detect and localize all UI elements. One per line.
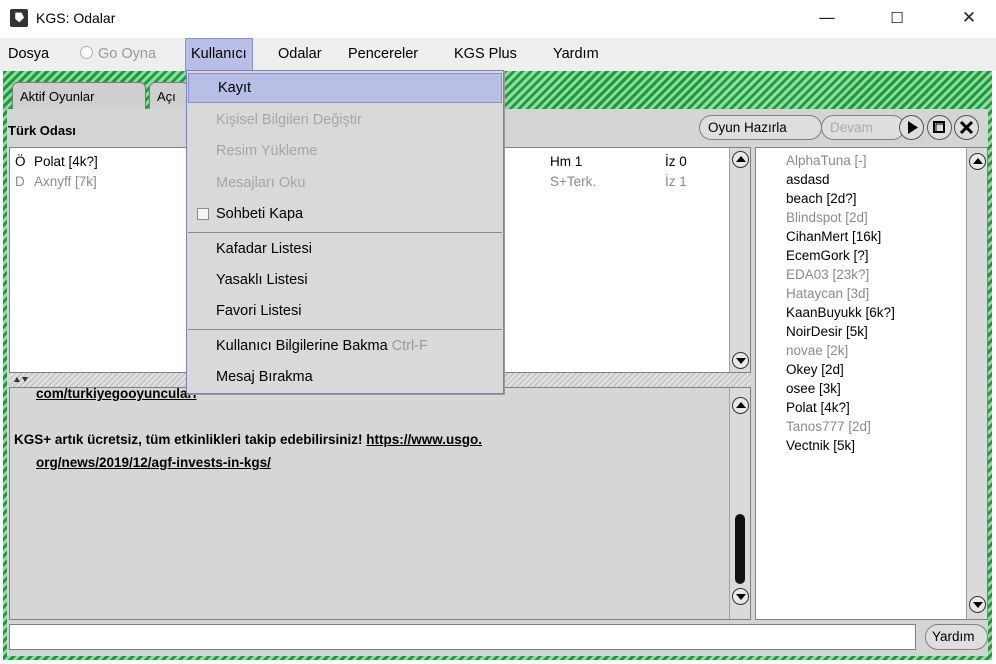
user-list-item[interactable]: Blindspot [2d] <box>786 210 868 225</box>
checkbox-icon <box>197 208 209 220</box>
scroll-up-icon[interactable] <box>732 397 749 414</box>
menu-dosya[interactable]: Dosya <box>3 38 54 71</box>
game-info: İz 1 <box>665 174 687 189</box>
user-list-item[interactable]: NoirDesir [5k] <box>786 324 868 339</box>
game-status: Hm 1 <box>550 154 583 169</box>
games-scrollbar[interactable] <box>729 148 750 372</box>
menu-yasakli-listesi[interactable]: Yasaklı Listesi <box>187 265 503 295</box>
user-list-item[interactable]: Tanos777 [2d] <box>786 419 871 434</box>
menu-separator <box>188 329 502 330</box>
user-list-item[interactable]: Polat [4k?] <box>786 400 850 415</box>
title-bar: KGS: Odalar — ☐ ✕ <box>0 0 996 38</box>
user-list-item[interactable]: Vectnik [5k] <box>786 438 855 453</box>
game-flag: Ö <box>15 154 26 169</box>
game-player[interactable]: Axnyff [7k] <box>34 174 97 189</box>
menu-favori-listesi[interactable]: Favori Listesi <box>187 296 503 326</box>
user-list-item[interactable]: Hataycan [3d] <box>786 286 869 301</box>
play-icon <box>908 121 918 134</box>
menu-kullanici-bilgilerine-bakma[interactable]: Kullanıcı Bilgilerine Bakma Ctrl-F <box>187 331 503 361</box>
chat-scroll-thumb[interactable] <box>735 514 745 584</box>
play-button[interactable] <box>899 115 924 140</box>
maximize-button[interactable]: ☐ <box>874 0 920 38</box>
devam-button[interactable]: Devam <box>821 115 905 140</box>
game-flag: D <box>15 174 25 189</box>
user-list-item[interactable]: AlphaTuna [-] <box>786 153 867 168</box>
splitter-arrows-icon <box>14 377 28 382</box>
menu-separator <box>188 232 502 233</box>
user-list-item[interactable]: EcemGork [?] <box>786 248 869 263</box>
menu-kisisel-bilgileri[interactable]: Kişisel Bilgileri Değiştir <box>187 105 503 135</box>
window-title: KGS: Odalar <box>36 10 116 26</box>
yardim-button[interactable]: Yardım <box>925 624 988 650</box>
user-list-item[interactable]: novae [2k] <box>786 343 848 358</box>
scroll-up-icon[interactable] <box>732 151 749 168</box>
room-title: Türk Odası <box>8 123 76 138</box>
menu-mesaj-birakma[interactable]: Mesaj Bırakma <box>187 362 503 392</box>
menu-kgs-plus[interactable]: KGS Plus <box>449 38 522 71</box>
kgs-app-icon <box>10 9 28 27</box>
chat-message: KGS+ artık ücretsiz, tüm etkinlikleri ta… <box>14 432 482 447</box>
user-list-item[interactable]: asdasd <box>786 172 830 187</box>
user-list-item[interactable]: osee [3k] <box>786 381 841 396</box>
menu-kullanici[interactable]: Kullanıcı <box>185 38 253 71</box>
close-button[interactable]: ✕ <box>946 0 992 38</box>
menu-go-oyna-label: Go Oyna <box>98 46 157 62</box>
menu-pencereler[interactable]: Pencereler <box>343 38 423 71</box>
menu-kayit[interactable]: Kayıt <box>188 73 502 103</box>
window-toggle-button[interactable] <box>927 115 952 140</box>
menu-sohbeti-kapa-label: Sohbeti Kapa <box>216 206 304 222</box>
chat-message-text: KGS+ artık ücretsiz, tüm etkinlikleri ta… <box>14 432 367 447</box>
chat-scrollbar[interactable] <box>729 388 750 619</box>
menu-kullanici-bilgilerine-bakma-label: Kullanıcı Bilgilerine Bakma <box>216 338 388 354</box>
menu-go-oyna[interactable]: Go Oyna <box>75 38 161 71</box>
user-list-item[interactable]: beach [2d?] <box>786 191 857 206</box>
menu-yardim[interactable]: Yardım <box>548 38 604 71</box>
menu-odalar[interactable]: Odalar <box>273 38 327 71</box>
menu-mesajlari-oku[interactable]: Mesajları Oku <box>187 168 503 198</box>
game-player[interactable]: Polat [4k?] <box>34 154 98 169</box>
chat-link[interactable]: com/turkiyegooyunculari <box>36 386 197 401</box>
user-list-item[interactable]: KaanBuyukk [6k?] <box>786 305 895 320</box>
menu-bar: Dosya Go Oyna Kullanıcı Odalar Pencerele… <box>0 38 996 71</box>
close-x-icon <box>959 120 974 135</box>
menu-resim-yukleme[interactable]: Resim Yükleme <box>187 136 503 166</box>
chat-area: com/turkiyegooyunculari KGS+ artık ücret… <box>9 386 751 620</box>
close-room-button[interactable] <box>954 115 979 140</box>
menu-kafadar-listesi[interactable]: Kafadar Listesi <box>187 234 503 264</box>
users-scrollbar[interactable] <box>966 148 987 619</box>
tab-aktif-oyunlar[interactable]: Aktif Oyunlar <box>12 82 146 109</box>
game-info: İz 0 <box>665 154 687 169</box>
chat-link[interactable]: https://www.usgo. <box>366 432 482 447</box>
scroll-down-icon[interactable] <box>732 588 749 605</box>
scroll-up-icon[interactable] <box>969 153 986 170</box>
menu-sohbeti-kapa[interactable]: Sohbeti Kapa <box>187 199 503 229</box>
scroll-down-icon[interactable] <box>969 596 986 613</box>
user-list-item[interactable]: Okey [2d] <box>786 362 844 377</box>
window-icon <box>933 121 945 133</box>
kullanici-menu-dropdown: Kayıt Kişisel Bilgileri Değiştir Resim Y… <box>186 70 504 394</box>
oyun-hazirla-button[interactable]: Oyun Hazırla <box>699 115 822 140</box>
chat-link[interactable]: org/news/2019/12/agf-invests-in-kgs/ <box>36 455 271 470</box>
user-list-item[interactable]: EDA03 [23k?] <box>786 267 869 282</box>
scroll-down-icon[interactable] <box>732 352 749 369</box>
users-list: AlphaTuna [-] asdasd beach [2d?] Blindspot … <box>755 147 988 620</box>
tab-acik[interactable]: Açı <box>149 82 189 109</box>
shortcut-label: Ctrl-F <box>391 338 428 354</box>
user-list-item[interactable]: CihanMert [16k] <box>786 229 881 244</box>
radio-icon <box>80 46 93 59</box>
minimize-button[interactable]: — <box>804 0 850 38</box>
game-status: S+Terk. <box>550 174 597 189</box>
chat-input[interactable] <box>9 624 916 650</box>
